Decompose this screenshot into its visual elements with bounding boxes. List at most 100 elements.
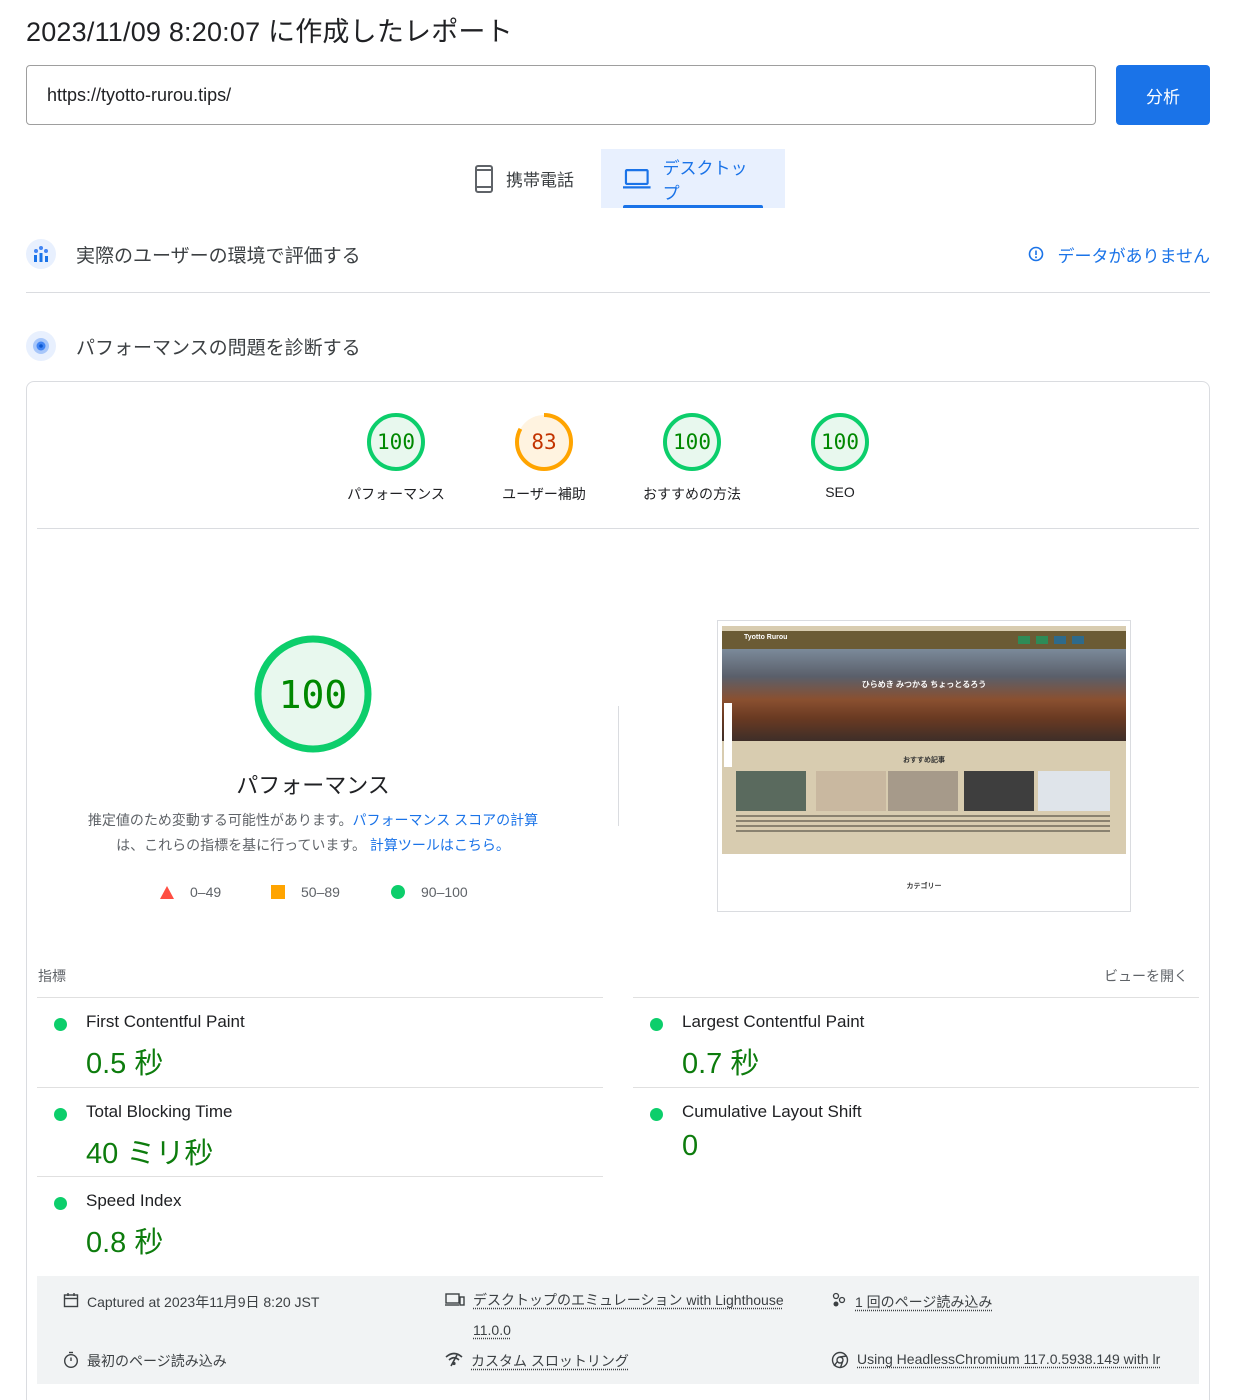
category-gauge[interactable]: 100 パフォーマンス [331,412,461,504]
first-load-text: 最初のページ読み込み [87,1351,227,1371]
metric-value: 0 [682,1130,698,1163]
wifi-icon [445,1351,463,1367]
tab-desktop-label: デスクトップ [663,154,763,204]
devices-icon [445,1292,465,1308]
category-score: 83 [514,412,574,472]
metric-si: Speed Index 0.8 秒 [37,1176,603,1266]
gauges-divider [37,528,1199,529]
category-label: パフォーマンス [331,484,461,504]
metric-name: Total Blocking Time [86,1102,232,1122]
legend-average: 50–89 [271,884,340,900]
page-loads-text: 1 回のページ読み込み [855,1292,992,1312]
screenshot-section-heading: おすすめ記事 [718,755,1130,765]
metric-fcp: First Contentful Paint 0.5 秒 [37,997,603,1087]
desc-text-2: は、これらの指標を基に行っています。 [116,837,366,853]
active-tab-indicator [623,205,763,208]
throttling-item[interactable]: カスタム スロットリング [445,1351,629,1371]
metric-name: Speed Index [86,1191,181,1211]
page-loads-item[interactable]: 1 回のページ読み込み [831,1292,992,1312]
screenshot-hero: ひらめき みつかる ちょっとるろう [722,649,1126,741]
category-gauge[interactable]: 100 おすすめの方法 [627,412,757,504]
screenshot-category-heading: カテゴリー [718,881,1130,891]
vertical-divider [618,706,619,826]
legend-average-range: 50–89 [301,884,340,900]
emulation-line1: デスクトップのエミュレーション with Lighthouse [473,1292,784,1308]
url-input[interactable]: https://tyotto-rurou.tips/ [26,65,1096,125]
pass-dot-icon [54,1018,67,1031]
tab-mobile[interactable]: 携帯電話 [452,149,596,208]
field-data-icon [26,239,56,269]
field-data-section: 実際のユーザーの環境で評価する データがありません [26,238,1210,270]
calculator-link[interactable]: 計算ツールはこちら。 [370,837,510,853]
metric-cls: Cumulative Layout Shift 0 [633,1087,1199,1177]
browser-text: Using HeadlessChromium 117.0.5938.149 wi… [857,1351,1160,1367]
throttling-text: カスタム スロットリング [471,1351,629,1371]
category-score: 100 [366,412,426,472]
pass-dot-icon [54,1108,67,1121]
diagnose-section: パフォーマンスの問題を診断する [26,330,1210,362]
laptop-icon [623,168,651,190]
score-calc-link[interactable]: パフォーマンス スコアの計算 [353,812,539,828]
first-load-item: 最初のページ読み込み [63,1351,227,1371]
category-label: SEO [775,484,905,500]
captured-item: Captured at 2023年11月9日 8:20 JST [63,1292,319,1312]
timer-icon [63,1351,79,1369]
tab-mobile-label: 携帯電話 [506,166,574,191]
metric-value: 0.7 秒 [682,1040,759,1082]
metric-name: Largest Contentful Paint [682,1012,864,1032]
emulation-text: デスクトップのエミュレーション with Lighthouse 11.0.0 [473,1285,784,1345]
category-score: 100 [810,412,870,472]
metrics-header: 指標 [38,966,66,986]
chrome-icon [831,1351,849,1369]
category-gauge[interactable]: 100 SEO [775,412,905,500]
expand-view-link[interactable]: ビューを開く [1104,966,1188,986]
metric-value: 0.5 秒 [86,1040,163,1082]
calendar-icon [63,1292,79,1308]
metric-lcp: Largest Contentful Paint 0.7 秒 [633,997,1199,1087]
circle-icon [391,885,405,899]
performance-description: 推定値のため変動する可能性があります。パフォーマンス スコアの計算 は、これらの… [60,808,566,858]
performance-big-label: パフォーマンス [201,768,425,800]
tab-desktop[interactable]: デスクトップ [601,149,785,208]
lighthouse-icon [26,331,56,361]
emulation-line2: 11.0.0 [473,1322,511,1338]
legend-pass-range: 90–100 [421,884,468,900]
metric-name: First Contentful Paint [86,1012,245,1032]
triangle-icon [160,886,174,899]
metric-tbt: Total Blocking Time 40 ミリ秒 [37,1087,603,1177]
legend-fail: 0–49 [160,884,221,900]
metric-value: 0.8 秒 [86,1219,163,1261]
screenshot-site-title: Tyotto Rurou [744,634,787,641]
field-data-title: 実際のユーザーの環境で評価する [76,241,361,268]
section-divider [26,292,1210,293]
pass-dot-icon [650,1018,663,1031]
metric-name: Cumulative Layout Shift [682,1102,862,1122]
info-icon [1028,246,1044,262]
legend-pass: 90–100 [391,884,468,900]
mobile-phone-icon [474,165,494,193]
screenshot-hero-text: ひらめき みつかる ちょっとるろう [722,679,1126,690]
page-loads-icon [831,1292,847,1308]
browser-item[interactable]: Using HeadlessChromium 117.0.5938.149 wi… [831,1351,1160,1369]
url-input-value: https://tyotto-rurou.tips/ [47,85,231,106]
page-screenshot[interactable]: Tyotto Rurou ひらめき みつかる ちょっとるろう おすすめ記事 カテ… [717,620,1131,912]
no-data-link[interactable]: データがありません [1028,242,1211,267]
category-label: ユーザー補助 [479,484,609,504]
category-label: おすすめの方法 [627,484,757,504]
captured-text: Captured at 2023年11月9日 8:20 JST [87,1292,319,1312]
square-icon [271,885,285,899]
diagnose-title: パフォーマンスの問題を診断する [76,333,361,360]
pass-dot-icon [650,1108,663,1121]
screenshot-navbar: Tyotto Rurou [722,631,1126,649]
desc-text-1: 推定値のため変動する可能性があります。 [88,812,353,828]
runtime-settings: Captured at 2023年11月9日 8:20 JST デスクトップのエ… [37,1276,1199,1384]
category-score: 100 [662,412,722,472]
legend-fail-range: 0–49 [190,884,221,900]
page-title: 2023/11/09 8:20:07 に作成したレポート [26,10,513,49]
performance-big-gauge: 100 [252,633,374,755]
analyze-button[interactable]: 分析 [1116,65,1210,125]
metric-value: 40 ミリ秒 [86,1130,213,1172]
category-gauge[interactable]: 83 ユーザー補助 [479,412,609,504]
emulation-item[interactable]: デスクトップのエミュレーション with Lighthouse 11.0.0 [445,1292,784,1345]
no-data-label: データがありません [1058,242,1211,267]
